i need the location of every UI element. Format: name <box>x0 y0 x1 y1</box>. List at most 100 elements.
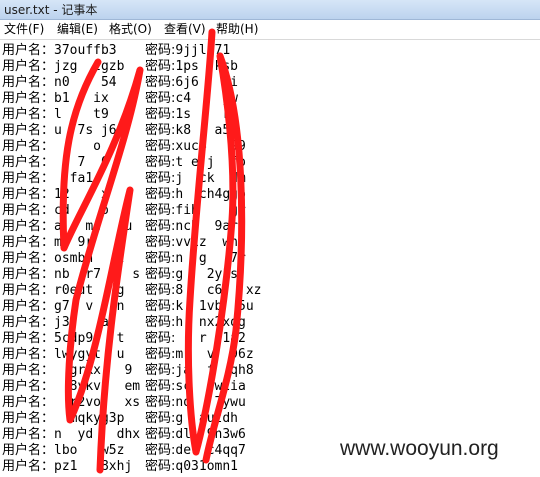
password-label: 密码: <box>145 43 176 58</box>
username-entry: 用户名：n0 54 <box>2 74 117 91</box>
password-value: c4 jw <box>175 91 239 106</box>
menu-view[interactable]: 查看(V) <box>164 21 206 38</box>
password-label: 密码: <box>145 347 176 362</box>
username-label: 用户名： <box>2 107 55 122</box>
username-value: g7 v n <box>54 299 125 314</box>
username-entry: 用户名：lbo w5z <box>2 442 124 459</box>
username-label: 用户名： <box>2 171 55 186</box>
username-label: 用户名： <box>2 203 55 218</box>
password-entry: 密码:nd 7ywu <box>145 394 246 411</box>
username-value: m5 9r o <box>54 235 125 250</box>
password-entry: 密码:h nx2xqg <box>145 314 246 331</box>
password-value: g autdh <box>175 411 239 426</box>
username-value: 37ouffb3 <box>54 43 117 58</box>
username-entry: 用户名：37ouffb3 <box>2 42 117 59</box>
window-titlebar[interactable]: user.txt - 记事本 <box>0 0 540 20</box>
username-value: grkx 9 <box>54 363 133 378</box>
username-entry: 用户名：jzg zgzb <box>2 58 124 75</box>
username-label: 用户名： <box>2 59 55 74</box>
username-entry: 用户名：12 x <box>2 186 109 203</box>
username-label: 用户名： <box>2 43 55 58</box>
username-label: 用户名： <box>2 331 55 346</box>
text-editor-area[interactable]: 用户名：37ouffb3 密码:9jjl171 用户名：jzg zgzb 密码:1ps… <box>0 40 540 477</box>
site-watermark: www.wooyun.org <box>334 436 505 462</box>
username-entry: 用户名：pz1 8xhj <box>2 458 132 475</box>
password-label: 密码: <box>145 443 176 458</box>
username-value: b1 ix <box>54 91 109 106</box>
username-label: 用户名： <box>2 155 55 170</box>
password-entry: 密码:k8 a5h <box>145 122 238 139</box>
username-value: r0eut g <box>54 283 125 298</box>
password-entry: 密码:dl 9n3w6 <box>145 426 246 443</box>
username-entry: 用户名：g7 v n <box>2 298 124 315</box>
password-entry: 密码:k 1vb 5u <box>145 298 254 315</box>
menu-format[interactable]: 格式(O) <box>109 21 152 38</box>
username-value: 12 x <box>54 187 109 202</box>
username-value: a me u <box>54 219 133 234</box>
menu-help[interactable]: 帮助(H) <box>216 21 258 38</box>
password-label: 密码: <box>145 331 176 346</box>
password-entry: 密码:m v 96z <box>145 346 254 363</box>
password-entry: 密码:t e j fp <box>145 154 246 171</box>
password-value: vv1z wn <box>175 235 239 250</box>
username-label: 用户名： <box>2 219 55 234</box>
password-label: 密码: <box>145 251 176 266</box>
password-value: 6j6 ki <box>175 75 239 90</box>
password-value: k 1vb 5u <box>175 299 254 314</box>
password-label: 密码: <box>145 107 176 122</box>
password-label: 密码: <box>145 315 176 330</box>
username-label: 用户名： <box>2 139 55 154</box>
password-label: 密码: <box>145 299 176 314</box>
username-entry: 用户名：lwygyt u <box>2 346 124 363</box>
password-label: 密码: <box>145 187 176 202</box>
password-label: 密码: <box>145 283 176 298</box>
username-value: jzg zgzb <box>54 59 125 74</box>
username-value: mqkyg3p <box>54 411 125 426</box>
password-entry: 密码:1s rk <box>145 106 238 123</box>
username-label: 用户名： <box>2 75 55 90</box>
username-entry: 用户名：m5 9r o <box>2 234 124 251</box>
username-value: osmbh z <box>54 251 125 266</box>
password-entry: 密码:ncb 9ar <box>145 218 238 235</box>
password-entry: 密码:fih gr <box>145 202 246 219</box>
username-entry: 用户名：r0eut g <box>2 282 124 299</box>
username-entry: 用户名： mqkyg3p <box>2 410 124 427</box>
username-entry: 用户名：5cdp9 t <box>2 330 124 347</box>
username-value: pz1 8xhj <box>54 459 133 474</box>
password-entry: 密码:6j6 ki <box>145 74 238 91</box>
username-value: o <box>54 139 101 154</box>
menu-file[interactable]: 文件(F) <box>4 21 44 38</box>
password-entry: 密码:q031omn1 <box>145 458 238 475</box>
username-entry: 用户名： 7 0 <box>2 154 109 171</box>
password-entry: 密码:h ch4ggb <box>145 186 246 203</box>
username-label: 用户名： <box>2 363 55 378</box>
username-entry: 用户名：j3j a <box>2 314 109 331</box>
password-value: fih gr <box>175 203 246 218</box>
password-value: ncb 9ar <box>175 219 239 234</box>
password-value: de c4qq7 <box>175 443 246 458</box>
username-value: u 7s j6 <box>54 123 117 138</box>
username-value: cd o <box>54 203 109 218</box>
username-entry: 用户名：nb r7 s <box>2 266 140 283</box>
username-label: 用户名： <box>2 443 55 458</box>
username-label: 用户名： <box>2 347 55 362</box>
password-label: 密码: <box>145 91 176 106</box>
password-entry: 密码:de c4qq7 <box>145 442 246 459</box>
username-entry: 用户名： 8vkv em <box>2 378 140 395</box>
username-label: 用户名： <box>2 283 55 298</box>
username-value: n yd dhx <box>54 427 141 442</box>
window-title: user.txt - 记事本 <box>4 3 98 17</box>
password-label: 密码: <box>145 267 176 282</box>
username-label: 用户名： <box>2 123 55 138</box>
password-entry: 密码:1ps ksb <box>145 58 238 75</box>
password-value: k8 a5h <box>175 123 239 138</box>
password-value: 9jjl171 <box>175 43 231 58</box>
password-value: xuc4 99 <box>175 139 246 154</box>
menu-edit[interactable]: 编辑(E) <box>57 21 98 38</box>
username-entry: 用户名：osmbh z <box>2 250 124 267</box>
username-entry: 用户名：l t9 <box>2 106 109 123</box>
password-label: 密码: <box>145 139 176 154</box>
password-label: 密码: <box>145 75 176 90</box>
username-value: 8vkv em <box>54 379 141 394</box>
username-entry: 用户名：cd o <box>2 202 109 219</box>
